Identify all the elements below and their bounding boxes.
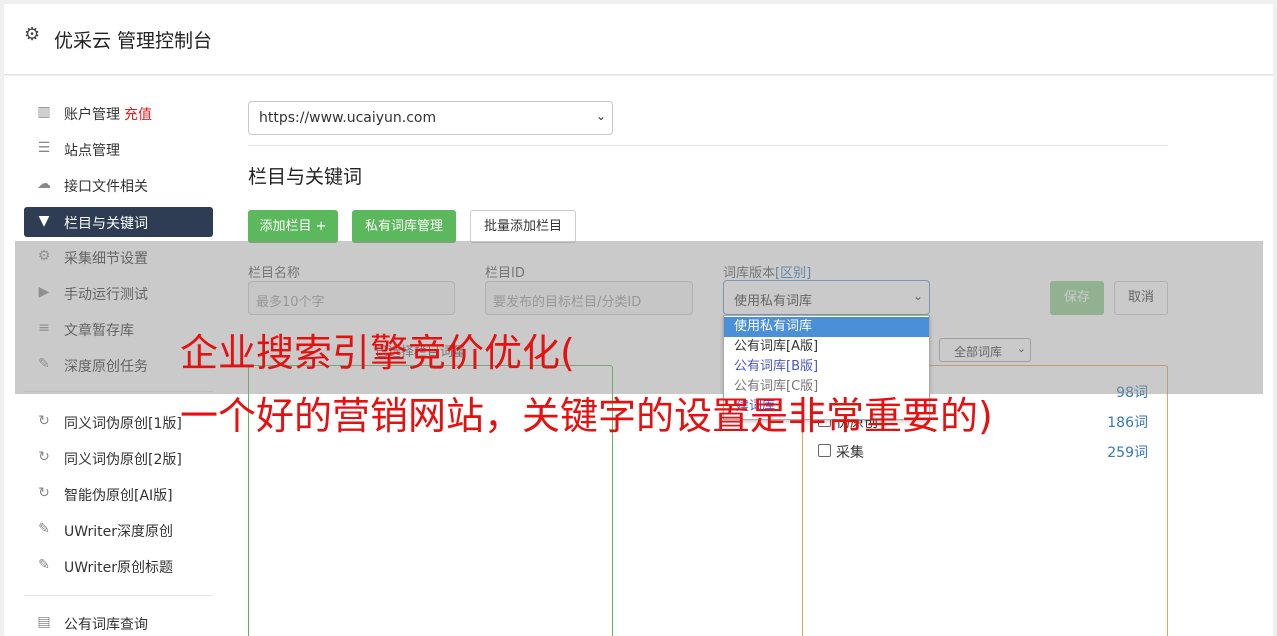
filter-icon: ▼ (38, 213, 50, 229)
sidebar-item-label: 栏目与关键词 (64, 216, 148, 232)
sidebar-item-columns-keywords[interactable]: ▼ 栏目与关键词 (24, 207, 213, 237)
divider (248, 145, 1168, 146)
sidebar-item-public-lib[interactable]: ▤ 公有词库查询 (24, 608, 213, 636)
sidebar-item-uwriter-title[interactable]: ✎ UWriter原创标题 (24, 551, 213, 581)
bar-chart-icon: ▥ (37, 104, 51, 120)
private-lib-button[interactable]: 私有词库管理 (352, 210, 456, 243)
sidebar-item-label: 账户管理 (64, 107, 120, 123)
refresh-icon: ↻ (38, 449, 50, 465)
library-count: 259词 (1107, 445, 1148, 461)
site-select-value: https://www.ucaiyun.com (259, 110, 437, 126)
sidebar-item-label: UWriter深度原创 (64, 524, 173, 540)
library-count: 186词 (1107, 415, 1148, 431)
sidebar-item-label: 接口文件相关 (64, 179, 148, 195)
ad-text-line-2: 一个好的营销网站，关键字的设置是非常重要的) (180, 394, 993, 438)
sidebar-item-label: 智能伪原创[AI版] (64, 488, 173, 504)
cloud-upload-icon: ☁ (37, 176, 51, 192)
refresh-icon: ↻ (38, 413, 50, 429)
sidebar-item-uwriter-deep[interactable]: ✎ UWriter深度原创 (24, 515, 213, 545)
gear-icon: ⚙ (24, 24, 41, 45)
sidebar-item-label: 站点管理 (64, 143, 120, 159)
server-icon: ☰ (37, 140, 51, 156)
sidebar-divider (24, 595, 213, 596)
dropdown-option[interactable]: 使用私有词库 (724, 317, 929, 337)
library-checkbox[interactable] (818, 444, 831, 457)
edit-icon: ✎ (38, 557, 50, 573)
edit-icon: ✎ (38, 521, 50, 537)
sidebar-item-account[interactable]: ▥ 账户管理 充值 (24, 98, 213, 128)
ad-text-line-1: 企业搜索引擎竞价优化( (180, 331, 575, 375)
app-title: 优采云 管理控制台 (54, 30, 213, 52)
dropdown-option[interactable]: 公有词库[B版] (724, 357, 929, 377)
sidebar-item-label: 公有词库查询 (64, 617, 148, 633)
sidebar-item-sites[interactable]: ☰ 站点管理 (24, 134, 213, 164)
chevron-down-icon: ⌄ (595, 109, 606, 123)
add-column-button[interactable]: 添加栏目 + (248, 210, 338, 243)
sidebar-item-synonym-v2[interactable]: ↻ 同义词伪原创[2版] (24, 443, 213, 473)
library-row[interactable]: 采集 259词 (818, 440, 1148, 462)
sidebar-item-ai-rewrite[interactable]: ↻ 智能伪原创[AI版] (24, 479, 213, 509)
sidebar-item-interface[interactable]: ☁ 接口文件相关 (24, 170, 213, 200)
recharge-link[interactable]: 充值 (124, 107, 152, 123)
refresh-icon: ↻ (38, 485, 50, 501)
sidebar-item-label: 同义词伪原创[1版] (64, 416, 182, 432)
library-name: 采集 (836, 445, 864, 461)
site-select[interactable]: https://www.ucaiyun.com ⌄ (248, 101, 613, 135)
dropdown-option[interactable]: 公有词库[A版] (724, 337, 929, 357)
batch-add-button[interactable]: 批量添加栏目 (470, 210, 576, 243)
sidebar-item-label: 同义词伪原创[2版] (64, 452, 182, 468)
sidebar-item-label: UWriter原创标题 (64, 560, 173, 576)
top-bar: ⚙ 优采云 管理控制台 (4, 4, 1273, 75)
book-icon: ▤ (37, 614, 51, 630)
section-title: 栏目与关键词 (248, 166, 363, 188)
